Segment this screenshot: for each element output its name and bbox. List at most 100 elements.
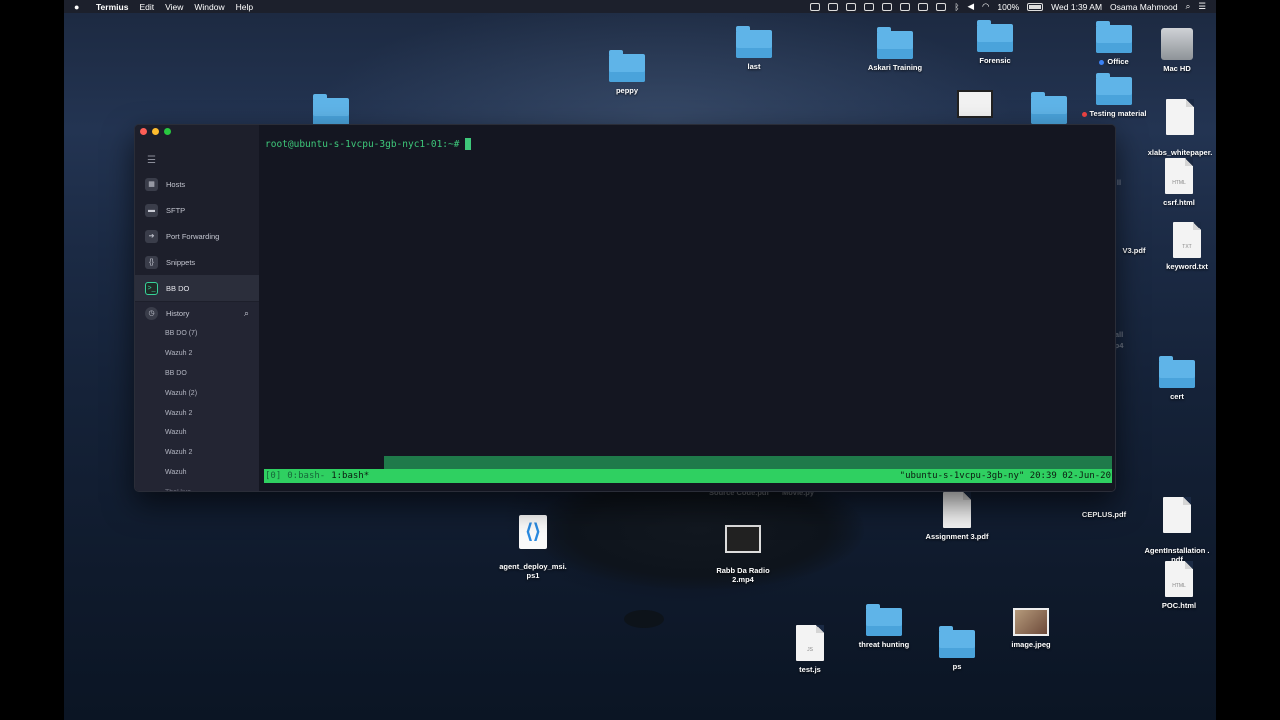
sidebar-item-hosts[interactable]: ▦ Hosts [135, 171, 259, 197]
menu-help[interactable]: Help [236, 2, 253, 12]
desktop-icon-cert[interactable]: cert [1132, 356, 1216, 401]
sidebar-item-port-forwarding[interactable]: ➔ Port Forwarding [135, 223, 259, 249]
zoom-window-button[interactable] [164, 128, 171, 135]
tray-app-icon[interactable] [810, 2, 821, 11]
dropbox-icon[interactable] [864, 2, 875, 11]
desktop-icon-rabb-da-radio[interactable]: Rabb Da Radio 2.mp4 [698, 516, 788, 584]
history-item[interactable]: Wazuh [135, 463, 259, 483]
desktop-icon-last[interactable]: last [709, 26, 799, 71]
history-header[interactable]: ◷ History ⌕ [135, 302, 259, 324]
js-file-icon: JS [796, 625, 824, 661]
desktop-icon-agent-deploy-msi[interactable]: ⟨⟩ agent_deploy_msi. ps1 [488, 506, 578, 580]
pdf-file-icon [1166, 99, 1194, 135]
tray-app-icon[interactable] [900, 2, 911, 11]
pdf-file-icon [1163, 497, 1191, 533]
history-item[interactable]: Wazuh [135, 423, 259, 443]
history-item[interactable]: Wazuh (2) [135, 383, 259, 403]
tray-app-icon[interactable] [918, 2, 929, 11]
letterbox-left [0, 0, 64, 720]
folder-icon [1031, 92, 1067, 124]
battery-percent: 100% [997, 1, 1020, 12]
clock-icon: ◷ [145, 306, 158, 320]
clock[interactable]: Wed 1:39 AM [1051, 2, 1102, 12]
desktop-icon-image-jpeg[interactable]: image.jpeg [986, 608, 1076, 649]
sidebar-item-label: Port Forwarding [166, 231, 220, 241]
folder-icon [736, 26, 772, 58]
desktop-icon-poc-html[interactable]: HTML POC.html [1134, 561, 1216, 610]
history-panel: ◷ History ⌕ BB DO (7) Wazuh 2 BB DO Wazu… [135, 302, 259, 491]
desktop-icon-csrf-html[interactable]: HTML csrf.html [1134, 158, 1216, 207]
pdf-file-icon [943, 492, 971, 528]
folder-icon [866, 604, 902, 636]
history-item[interactable]: Wazuh 2 [135, 344, 259, 364]
sidebar-item-sftp[interactable]: ▬ SFTP [135, 197, 259, 223]
folder-icon [1096, 21, 1132, 53]
folder-icon [1096, 73, 1132, 105]
history-item[interactable]: BB DO [135, 364, 259, 384]
sidebar-item-label: Hosts [166, 179, 186, 189]
hosts-icon: ▦ [145, 177, 158, 191]
sidebar-item-snippets[interactable]: {} Snippets [135, 249, 259, 275]
tmux-session: [0] [265, 471, 282, 481]
tmux-window-0: 0:bash- [287, 471, 326, 481]
tmux-pane-border [384, 456, 1112, 469]
desktop-icon-mac-hd[interactable]: Mac HD [1132, 28, 1216, 73]
volume-icon[interactable]: ◀ [967, 1, 974, 12]
notification-center-icon[interactable]: ☰ [1198, 1, 1206, 12]
sidebar-item-label: BB DO [166, 283, 190, 293]
tray-app-icon[interactable] [936, 2, 947, 11]
shell-prompt: root@ubuntu-s-1vcpu-3gb-nyc1-01:~# [265, 138, 472, 150]
tmux-status-right: "ubuntu-s-1vcpu-3gb-ny" 20:39 02-Jun-20 [899, 471, 1111, 481]
folder-icon [313, 94, 349, 126]
history-title: History [166, 308, 190, 318]
text-cursor [465, 138, 472, 150]
user-name[interactable]: Osama Mahmood [1110, 2, 1178, 12]
desktop-icon-forensic[interactable]: Forensic [950, 20, 1040, 65]
html-file-icon: HTML [1165, 561, 1193, 597]
history-item[interactable]: BB DO (7) [135, 324, 259, 344]
folder-icon: ▬ [145, 203, 158, 217]
history-item[interactable]: TheHive [135, 482, 259, 491]
spotlight-search-icon[interactable]: ⌕ [1186, 1, 1191, 12]
calendar-icon[interactable] [846, 2, 857, 11]
desktop-icon-xlabs-whitepaper[interactable]: xlabs_whitepaper. pdf [1135, 90, 1216, 166]
menu-window[interactable]: Window [194, 2, 224, 12]
hard-disk-icon [1161, 28, 1193, 60]
folder-icon [609, 50, 645, 82]
close-window-button[interactable] [140, 128, 147, 135]
folder-icon [1159, 356, 1195, 388]
battery-icon[interactable] [1027, 2, 1044, 11]
search-icon[interactable]: ⌕ [244, 308, 249, 319]
folder-icon [977, 20, 1013, 52]
letterbox-right [1216, 0, 1280, 720]
sidebar-item-bb-do-session[interactable]: >_ BB DO [135, 275, 259, 301]
menu-view[interactable]: View [165, 2, 183, 12]
desktop-icon-v3-pdf[interactable]: V3.pdf [1114, 246, 1154, 255]
desktop-icon-screenshot[interactable] [930, 90, 1020, 122]
desktop-icon-test-js[interactable]: JS test.js [765, 625, 855, 674]
tray-app-icon[interactable] [882, 2, 893, 11]
desktop-icon-agentinstallation-pdf[interactable]: AgentInstallation . pdf [1132, 488, 1216, 564]
photo-thumbnail-icon [1013, 608, 1049, 636]
desktop-icon-assignment-3[interactable]: Assignment 3.pdf [912, 492, 1002, 541]
wallpaper-rock [624, 610, 664, 628]
minimize-window-button[interactable] [152, 128, 159, 135]
apple-menu-icon[interactable]: ● [74, 2, 86, 12]
hamburger-menu-icon[interactable]: ☰ [147, 155, 156, 166]
menu-edit[interactable]: Edit [139, 2, 154, 12]
desktop-icon-askari-training[interactable]: Askari Training [850, 27, 940, 72]
history-item[interactable]: Wazuh 2 [135, 403, 259, 423]
tray-app-icon[interactable] [828, 2, 839, 11]
menu-app-termius[interactable]: Termius [96, 2, 128, 12]
folder-icon [939, 626, 975, 658]
history-item[interactable]: Wazuh 2 [135, 443, 259, 463]
tag-blue-dot [1099, 59, 1105, 65]
sidebar-item-label: SFTP [166, 205, 186, 215]
termius-sidebar: ☰ ▦ Hosts ▬ SFTP ➔ Port Forwarding {} Sn… [135, 125, 259, 491]
menu-bar: ● Termius Edit View Window Help ᛒ ◀ ◠ 10… [64, 0, 1216, 13]
wifi-icon[interactable]: ◠ [982, 1, 989, 12]
bluetooth-icon[interactable]: ᛒ [954, 2, 959, 12]
desktop-icon-peppy[interactable]: peppy [582, 50, 672, 95]
terminal-pane[interactable]: root@ubuntu-s-1vcpu-3gb-nyc1-01:~# [0] 0… [259, 125, 1115, 491]
sidebar-item-label: Snippets [166, 257, 196, 267]
